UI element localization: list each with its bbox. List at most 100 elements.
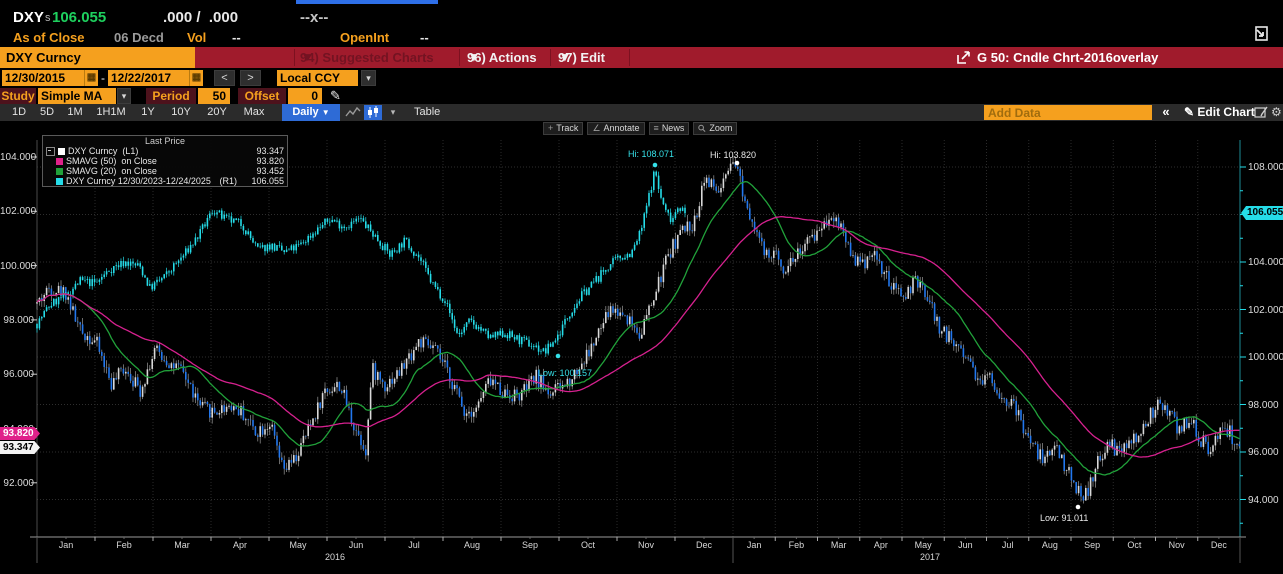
series-swatch (58, 147, 65, 155)
quote-row-price: DXY s 106.055 .000 / .000 --x-- (0, 8, 1283, 28)
legend-title: Last Price (144, 136, 186, 146)
crosshair-icon: + (548, 123, 554, 133)
ticker-symbol: DXY (13, 9, 44, 26)
magnifier-icon (698, 124, 706, 132)
quote-row-asof: As of Close 06 Decd Vol -- OpenInt -- (0, 28, 1283, 47)
chart-template-title: G 50: Cndle Chrt-2016overlay (977, 50, 1159, 65)
volume-cross: --x-- (300, 9, 329, 26)
vol-label: Vol (187, 30, 207, 45)
range-1h1m[interactable]: 1H1M (90, 104, 132, 121)
menu-divider (629, 49, 630, 66)
study-bar: Study Simple MA ▾ Period 50 Offset 0 ✎ (0, 88, 1283, 104)
calendar-icon[interactable]: ▦ (84, 70, 98, 86)
range-1d[interactable]: 1D (6, 104, 32, 121)
track-button[interactable]: + Track (543, 122, 584, 135)
chart-range-bar: 1D 5D 1M 1H1M 1Y 10Y 20Y Max Daily ▼ ▾ T… (0, 104, 1283, 122)
collapse-panel-button[interactable]: « (1154, 104, 1178, 121)
legend-item-smavg50[interactable]: SMAVG (50) on Close 93.820 (43, 156, 287, 166)
pencil-icon: ✎ (1184, 105, 1195, 119)
price-prefix: s (45, 12, 51, 24)
date-range-separator: - (101, 71, 105, 85)
menu-suggested-charts[interactable]: 94) Suggested Charts ▾ (300, 47, 434, 68)
chevron-down-icon: ▾ (303, 49, 311, 64)
date-range-bar: 12/30/2015 ▦ - 12/22/2017 ▦ < > Local CC… (0, 68, 1283, 88)
legend-item-dxy-r1[interactable]: DXY Curncy 12/30/2023-12/24/2025 (R1) 10… (43, 176, 287, 186)
sma-line (36, 181, 1240, 476)
last-price-badge-right: 106.055 (1241, 206, 1283, 220)
line-chart-icon[interactable] (344, 105, 362, 120)
chevron-down-icon: ▾ (470, 49, 478, 64)
chart-legend: Last Price DXY Curncy (L1) 93.347 SMAVG … (42, 135, 288, 187)
gear-icon[interactable]: ⚙ (1271, 104, 1282, 121)
ma-price-badge: 93.820 (0, 427, 40, 440)
menu-divider (459, 49, 460, 66)
range-20y[interactable]: 20Y (200, 104, 234, 121)
prev-period-button[interactable]: < (214, 70, 235, 86)
annotation-dot (555, 353, 561, 359)
series-swatch (56, 177, 63, 185)
bid-ask: .000 / .000 (163, 9, 239, 26)
range-max[interactable]: Max (238, 104, 270, 121)
menu-divider (294, 49, 295, 66)
open-int-value: -- (420, 30, 429, 45)
annotate-icon: ∠ (592, 123, 601, 133)
annotation-dot (652, 162, 658, 168)
bloomberg-terminal-window: 104.000102.000100.00098.00096.00094.0009… (0, 0, 1283, 569)
function-menu-bar: DXY Curncy 94) Suggested Charts ▾ 96) Ac… (0, 47, 1283, 68)
offset-input[interactable]: 0 (288, 88, 322, 104)
chevron-down-icon: ▼ (321, 108, 330, 117)
next-period-button[interactable]: > (240, 70, 261, 86)
legend-item-dxy-l1[interactable]: DXY Curncy (L1) 93.347 (43, 146, 287, 156)
popout-icon[interactable] (956, 50, 971, 65)
vol-value: -- (232, 30, 241, 45)
news-button[interactable]: ≡ News (648, 122, 690, 135)
legend-item-smavg20[interactable]: SMAVG (20) on Close 93.452 (43, 166, 287, 176)
currency-select[interactable]: Local CCY (277, 70, 358, 86)
offset-label: Offset (238, 88, 286, 104)
candle-series-1 (36, 170, 686, 358)
drag-window-icon[interactable] (1250, 24, 1270, 44)
study-select[interactable]: Simple MA (38, 88, 116, 104)
table-button[interactable]: Table (414, 104, 440, 121)
zoom-button[interactable]: Zoom (693, 122, 738, 135)
chevron-down-icon[interactable]: ▾ (386, 104, 400, 121)
range-1y[interactable]: 1Y (134, 104, 162, 121)
edit-chart-button[interactable]: ✎ Edit Chart (1184, 104, 1255, 121)
chevron-down-icon[interactable]: ▾ (117, 88, 131, 104)
menu-divider (550, 49, 551, 66)
range-10y[interactable]: 10Y (164, 104, 198, 121)
date-to-field[interactable]: 12/22/2017 (108, 70, 189, 86)
news-icon: ≡ (653, 123, 659, 133)
range-1m[interactable]: 1M (62, 104, 88, 121)
menu-edit[interactable]: 97) Edit ▾ (558, 47, 605, 68)
frequency-select[interactable]: Daily ▼ (282, 104, 340, 121)
annotation-dot (734, 160, 740, 166)
series-swatch (56, 157, 63, 165)
chart-tools: + Track ∠ Annotate ≡ News Zoom (543, 122, 738, 135)
collapse-tree-icon[interactable] (46, 146, 55, 156)
add-data-input[interactable] (984, 105, 1152, 120)
chevron-down-icon[interactable]: ▾ (361, 70, 376, 86)
annotate-button[interactable]: ∠ Annotate (587, 122, 645, 135)
chevron-down-icon: ▾ (561, 49, 569, 64)
date-from-field[interactable]: 12/30/2015 (2, 70, 84, 86)
sma-line (36, 215, 1240, 458)
security-input[interactable]: DXY Curncy (0, 47, 195, 68)
annotation-dot (1075, 504, 1081, 510)
range-5d[interactable]: 5D (34, 104, 60, 121)
candle-chart-icon[interactable] (364, 105, 382, 120)
period-input[interactable]: 50 (198, 88, 230, 104)
candle-series-0 (36, 156, 1241, 504)
open-int-label: OpenInt (340, 30, 390, 45)
as-of-date: 06 Decd (114, 30, 164, 45)
calendar-icon[interactable]: ▦ (189, 70, 203, 86)
as-of-label: As of Close (13, 30, 85, 45)
edit-study-icon[interactable]: ✎ (330, 88, 341, 104)
study-label: Study (0, 88, 36, 104)
chart-settings-icon[interactable] (1254, 105, 1269, 120)
last-price: 106.055 (52, 9, 107, 26)
menu-actions[interactable]: 96) Actions ▾ (467, 47, 537, 68)
last-price-badge-left: 93.347 (0, 441, 40, 454)
period-label: Period (146, 88, 196, 104)
series-swatch (56, 167, 63, 175)
